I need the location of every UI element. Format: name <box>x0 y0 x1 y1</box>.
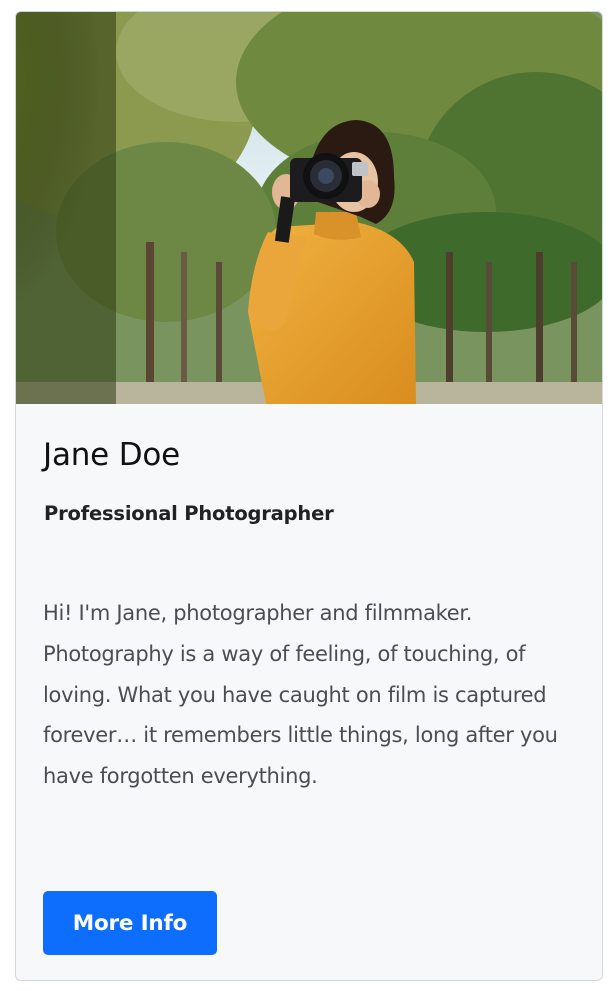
more-info-button[interactable]: More Info <box>43 891 217 955</box>
profile-bio: Hi! I'm Jane, photographer and filmmaker… <box>43 601 558 789</box>
profile-name: Jane Doe <box>43 437 181 473</box>
card-body: Jane Doe Professional Photographer Hi! I… <box>16 404 602 980</box>
profile-card: Jane Doe Professional Photographer Hi! I… <box>15 11 603 981</box>
profile-photo <box>16 12 602 404</box>
profile-title: Professional Photographer <box>44 502 334 525</box>
